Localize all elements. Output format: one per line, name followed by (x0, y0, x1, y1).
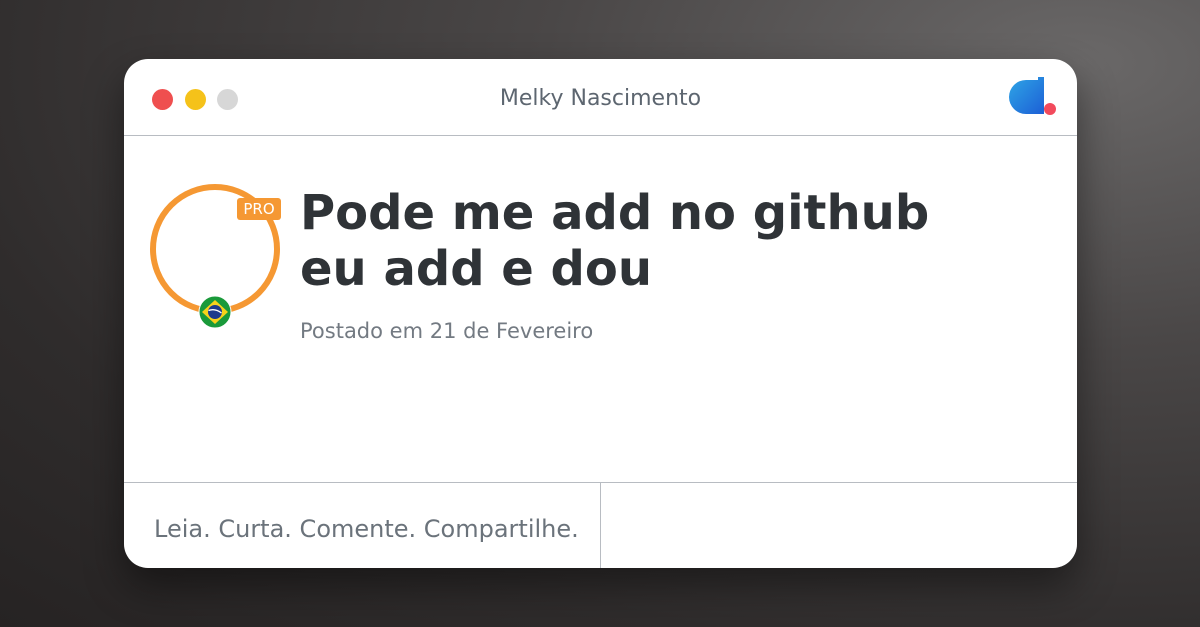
post-card: Melky Nascimento PRO Pode me add no gith… (124, 59, 1077, 568)
post-date: Postado em 21 de Fevereiro (300, 319, 594, 343)
window-titlebar: Melky Nascimento (124, 59, 1077, 136)
post-title[interactable]: Pode me add no github eu add e dou (300, 185, 1000, 297)
brazil-flag-icon (198, 295, 232, 329)
footer-divider (600, 483, 601, 568)
pro-badge: PRO (237, 198, 281, 220)
dev-community-logo-icon[interactable] (1008, 76, 1058, 118)
card-footer: Leia. Curta. Comente. Compartilhe. (124, 482, 1077, 568)
author-avatar[interactable]: PRO (150, 184, 281, 329)
window-title: Melky Nascimento (499, 86, 702, 111)
footer-tagline: Leia. Curta. Comente. Compartilhe. (154, 515, 579, 543)
